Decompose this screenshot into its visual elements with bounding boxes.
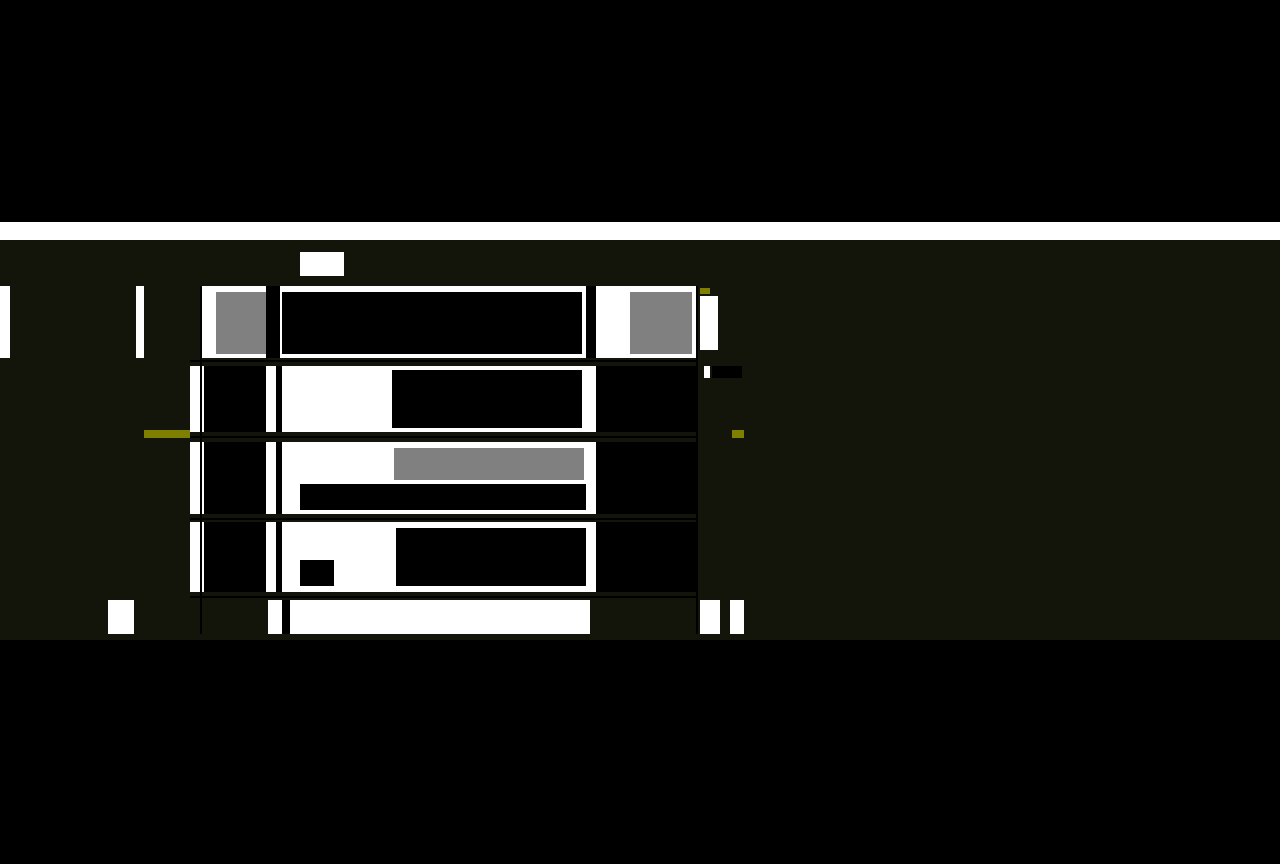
white-panel — [0, 222, 1280, 240]
row1-tail — [700, 296, 718, 350]
row1-sep-a — [266, 286, 280, 358]
row4-sep — [276, 522, 282, 592]
row1-gray-left — [216, 292, 266, 354]
olive-accent-left — [144, 430, 190, 438]
row5-gap — [282, 600, 290, 634]
row1-gray-right — [630, 292, 692, 354]
row1-body — [282, 292, 582, 354]
row3-right-gap — [596, 442, 696, 514]
row1-right-olive — [700, 288, 710, 294]
row5-frame — [268, 600, 590, 634]
olive-accent-right — [732, 430, 744, 438]
row2-underline — [190, 436, 698, 438]
row2-left-gap — [204, 366, 266, 432]
row3-gray — [394, 448, 584, 480]
row1-left2 — [136, 286, 144, 358]
row2-tick-b — [712, 366, 742, 378]
row4-body — [396, 528, 586, 586]
row3-body — [300, 484, 586, 510]
row4-dot — [300, 560, 334, 586]
row1-sep-b — [586, 286, 596, 358]
row5-right — [700, 600, 720, 634]
row4-right-gap — [596, 522, 696, 592]
row2-body — [392, 370, 582, 428]
frame-left-line — [200, 286, 202, 634]
row1-underline — [190, 360, 698, 362]
frame-right-line — [696, 286, 698, 634]
row4-left-gap — [204, 522, 266, 592]
glitch-composition — [0, 0, 1280, 864]
row3-sep — [276, 442, 282, 514]
bottom-band — [0, 640, 1280, 864]
row3-left-gap — [204, 442, 266, 514]
row2-tick-w — [704, 366, 710, 378]
row5-right2 — [730, 600, 744, 634]
row5-left — [108, 600, 134, 634]
top-band — [0, 0, 1280, 222]
row2-right-gap — [596, 366, 696, 432]
row2-sep — [276, 366, 282, 432]
row1-notch — [300, 252, 344, 276]
row1-left-shoulder — [0, 286, 10, 358]
row4-underline — [190, 596, 698, 598]
row3-underline — [190, 518, 698, 520]
